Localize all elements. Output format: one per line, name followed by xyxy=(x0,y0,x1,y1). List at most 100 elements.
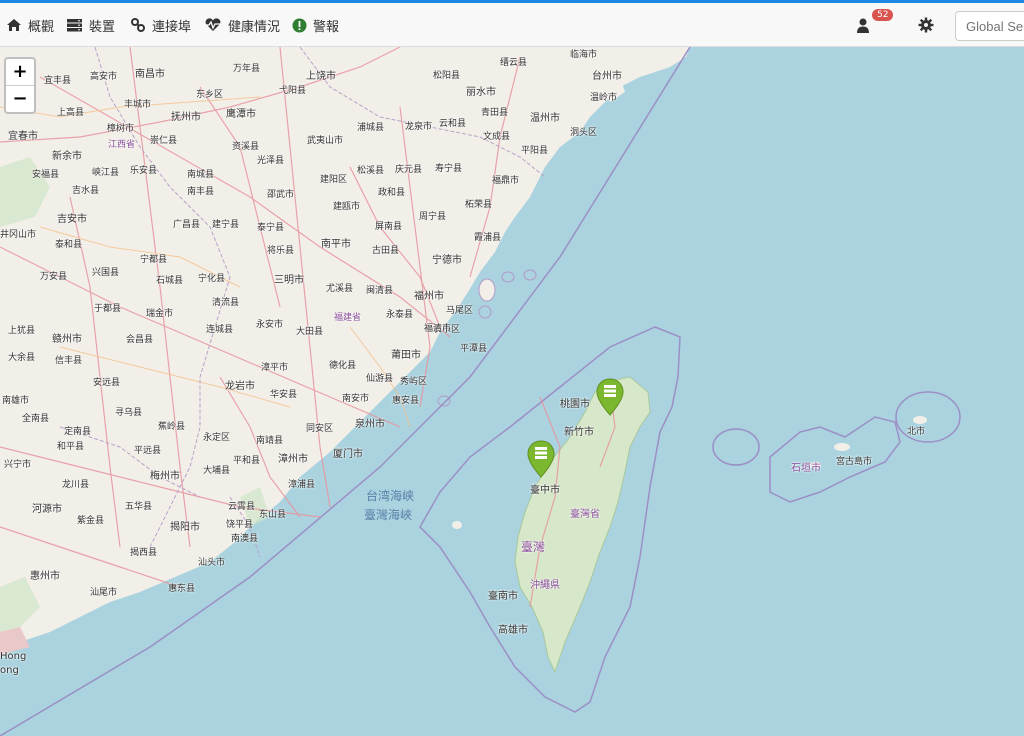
map-label: 南城县 xyxy=(187,170,215,180)
map-label: 上饶市 xyxy=(306,71,336,82)
map-view[interactable]: 宜丰县 高安市 南昌市 万年县 上饶市 松阳县 缙云县 临海市 台州市 上高县 … xyxy=(0,47,1024,736)
map-label: 福建省 xyxy=(334,313,362,323)
map-label: 连城县 xyxy=(206,325,234,335)
map-label: 武夷山市 xyxy=(307,136,344,146)
map-label: 臺中市 xyxy=(530,485,560,496)
map-label: 周宁县 xyxy=(419,212,447,222)
global-search-input[interactable] xyxy=(955,11,1024,41)
map-label: 泰宁县 xyxy=(257,223,285,233)
device-marker-taichung[interactable] xyxy=(527,440,555,478)
map-label: 古田县 xyxy=(372,246,400,256)
map-label: 南平市 xyxy=(321,239,351,250)
map-label: 青田县 xyxy=(481,108,509,118)
map-label: 吉安市 xyxy=(57,214,87,225)
zoom-in-button[interactable]: + xyxy=(6,59,34,86)
heartbeat-icon xyxy=(205,18,221,31)
map-label: 南昌市 xyxy=(135,69,165,80)
map-label: 臺灣海峽 xyxy=(364,508,413,522)
map-label: 全南县 xyxy=(22,414,50,424)
map-label: 饶平县 xyxy=(226,520,254,530)
map-label: 马尾区 xyxy=(446,306,474,316)
map-label: 定南县 xyxy=(64,427,92,437)
map-label: 汕头市 xyxy=(198,558,226,568)
map-label: 尤溪县 xyxy=(326,284,354,294)
map-label: 大埔县 xyxy=(203,466,231,476)
map-label: 同安区 xyxy=(306,424,334,434)
map-label: 资溪县 xyxy=(232,142,260,152)
map-label: 华安县 xyxy=(270,390,298,400)
map-label: 松阳县 xyxy=(433,71,461,81)
nav-health[interactable]: 健康情況 xyxy=(204,3,280,47)
map-label: 洞头区 xyxy=(570,128,598,138)
map-label: 于都县 xyxy=(94,304,122,314)
map-label: 东乡区 xyxy=(196,90,224,100)
alert-icon xyxy=(292,18,307,32)
map-label: 寻乌县 xyxy=(115,408,143,418)
nav-ports[interactable]: 連接埠 xyxy=(130,3,191,47)
map-label: 信丰县 xyxy=(55,356,83,366)
nav-devices-label: 裝置 xyxy=(89,19,116,35)
map-label: 闽清县 xyxy=(366,286,394,296)
map-label: 龙岩市 xyxy=(225,381,255,392)
map-label: 缙云县 xyxy=(500,58,528,68)
user-menu[interactable] xyxy=(856,3,870,47)
map-label: 会昌县 xyxy=(126,335,154,345)
map-label: 平和县 xyxy=(233,456,261,466)
map-label: 漳州市 xyxy=(278,454,308,465)
map-label: 台湾海峡 xyxy=(366,489,415,503)
user-icon xyxy=(857,18,869,33)
map-label: 北市 xyxy=(907,427,926,437)
map-label: 崇仁县 xyxy=(150,136,178,146)
map-label: 漳浦县 xyxy=(288,480,316,490)
map-label: 建宁县 xyxy=(212,220,240,230)
map-label: 三明市 xyxy=(274,275,304,286)
nav-alerts[interactable]: 警報 xyxy=(292,3,339,47)
map-label: 宁化县 xyxy=(198,274,226,284)
map-label: 霞浦县 xyxy=(474,233,502,243)
map-label: 庆元县 xyxy=(395,165,423,175)
nav-devices[interactable]: 裝置 xyxy=(66,3,115,47)
map-label: 广昌县 xyxy=(173,220,201,230)
map-label: 臺南市 xyxy=(488,591,518,602)
settings-button[interactable] xyxy=(918,3,934,47)
map-label: 平潭县 xyxy=(460,344,488,354)
map-label: 河源市 xyxy=(32,504,62,515)
map-label: 赣州市 xyxy=(52,334,82,345)
map-label: 上高县 xyxy=(57,108,85,118)
map-label: 鹰潭市 xyxy=(226,109,256,120)
map-label: 光泽县 xyxy=(257,156,285,166)
map-label: 惠州市 xyxy=(30,571,60,582)
nav-alerts-label: 警報 xyxy=(313,19,340,35)
map-label: 新竹市 xyxy=(564,427,594,438)
map-label: ong xyxy=(0,665,19,676)
map-label: 弋阳县 xyxy=(279,86,307,96)
map-label: 将乐县 xyxy=(267,246,295,256)
user-badge: 52 xyxy=(872,9,894,21)
map-label: 樟树市 xyxy=(107,124,135,134)
map-label: 宁德市 xyxy=(432,255,462,266)
map-label: 沖繩県 xyxy=(530,580,560,591)
map-label: 东山县 xyxy=(259,510,287,520)
map-label: 和平县 xyxy=(57,442,85,452)
map-label: 兴国县 xyxy=(92,268,120,278)
map-label: 安福县 xyxy=(32,170,60,180)
map-label: 福鼎市 xyxy=(492,176,520,186)
map-label: 南丰县 xyxy=(187,187,215,197)
map-label: 南雄市 xyxy=(2,396,30,406)
map-label: 温州市 xyxy=(530,113,560,124)
zoom-out-button[interactable]: − xyxy=(6,86,34,112)
map-label: 莆田市 xyxy=(391,350,421,361)
map-label: 建瓯市 xyxy=(333,202,361,212)
map-label: 兴宁市 xyxy=(4,460,32,470)
map-label: 南澳县 xyxy=(231,534,259,544)
map-label: 漳平市 xyxy=(261,363,289,373)
map-label: 宮古島市 xyxy=(836,457,873,467)
home-icon xyxy=(7,19,21,31)
map-label: 临海市 xyxy=(570,50,598,60)
map-label: 高雄市 xyxy=(498,625,528,636)
map-label: 丽水市 xyxy=(466,87,496,98)
map-label: 德化县 xyxy=(329,361,357,371)
device-marker-taipei[interactable] xyxy=(596,378,624,416)
map-label: 文成县 xyxy=(483,132,511,142)
nav-overview[interactable]: 概觀 xyxy=(6,3,54,47)
